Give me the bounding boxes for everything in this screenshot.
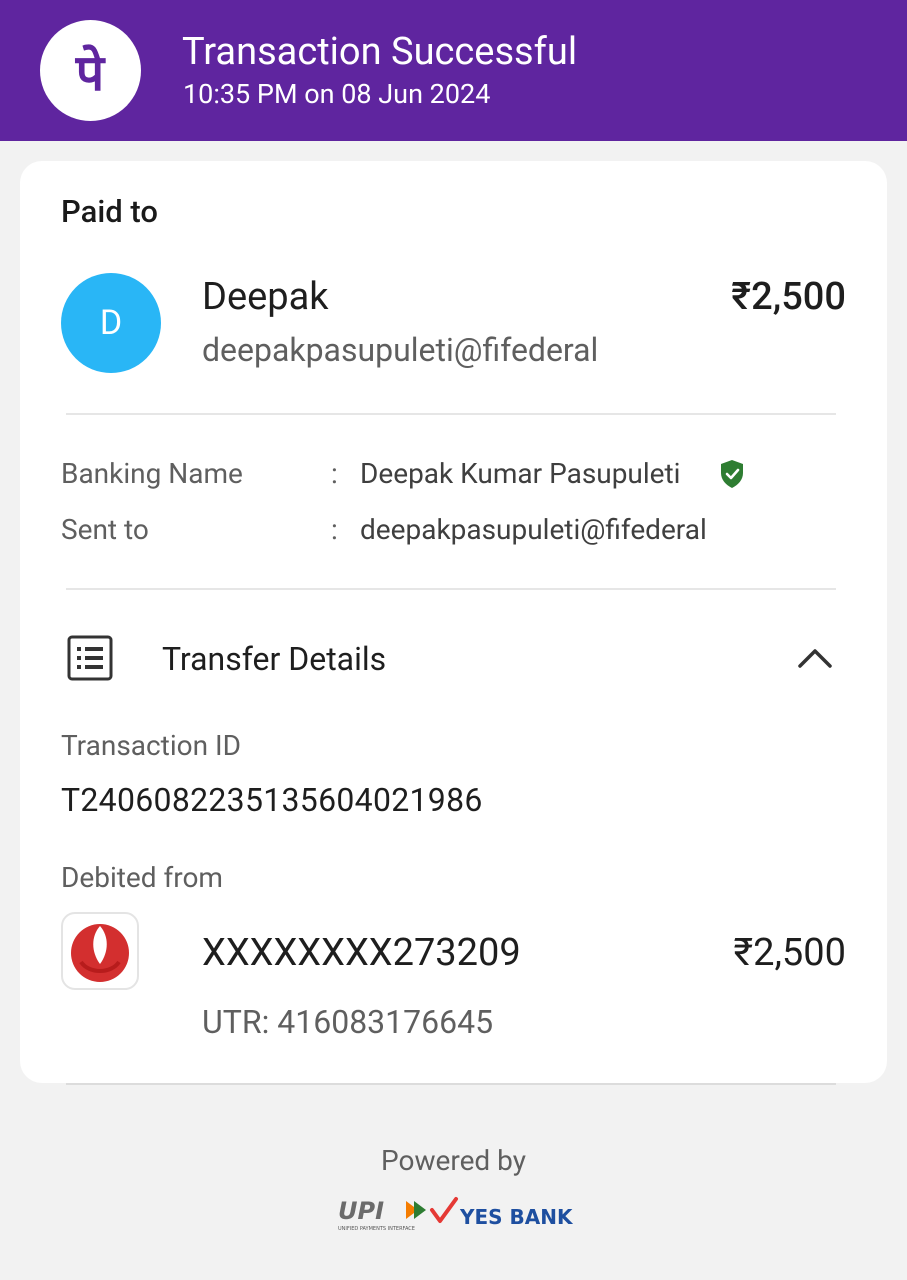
avatar: D bbox=[61, 273, 161, 373]
banking-name-label: Banking Name bbox=[61, 457, 243, 490]
utr-number[interactable]: UTR: 416083176645 bbox=[202, 1003, 493, 1041]
payment-partner-logos: UPI UNIFIED PAYMENTS INTERFACE YES BANK bbox=[338, 1197, 574, 1232]
phonepe-logo-icon: पे bbox=[40, 20, 141, 121]
upi-tagline: UNIFIED PAYMENTS INTERFACE bbox=[338, 1226, 415, 1232]
divider bbox=[66, 588, 836, 590]
debited-amount: ₹2,500 bbox=[733, 931, 846, 975]
svg-text:पे: पे bbox=[75, 44, 106, 102]
paid-to-label: Paid to bbox=[61, 193, 158, 230]
divider bbox=[66, 413, 836, 415]
debited-account-number: XXXXXXXX273209 bbox=[202, 931, 521, 975]
receipt-list-icon bbox=[67, 635, 113, 681]
federal-bank-logo-icon bbox=[61, 912, 139, 990]
upi-logo-icon: UPI UNIFIED PAYMENTS INTERFACE bbox=[338, 1197, 426, 1232]
transaction-id-label: Transaction ID bbox=[61, 729, 241, 762]
payee-name: Deepak bbox=[202, 275, 329, 319]
transfer-details-title[interactable]: Transfer Details bbox=[162, 639, 386, 679]
transaction-card: Paid to D Deepak deepakpasupuleti@fifede… bbox=[20, 161, 887, 1083]
banking-name-value: Deepak Kumar Pasupuleti bbox=[360, 457, 681, 490]
avatar-letter: D bbox=[99, 303, 123, 343]
banking-name-separator: : bbox=[331, 457, 338, 490]
upi-logo-text: UPI bbox=[338, 1197, 384, 1225]
transaction-status-title: Transaction Successful bbox=[182, 30, 578, 74]
transaction-id-value[interactable]: T2406082235135604021986 bbox=[61, 781, 483, 819]
debited-from-label: Debited from bbox=[61, 861, 223, 894]
yes-bank-text: YES BANK bbox=[459, 1205, 574, 1229]
sent-to-value: deepakpasupuleti@fifederal bbox=[360, 513, 707, 546]
transaction-timestamp: 10:35 PM on 08 Jun 2024 bbox=[183, 78, 491, 110]
powered-by-label: Powered by bbox=[381, 1144, 526, 1177]
header-bar: पे Transaction Successful 10:35 PM on 08… bbox=[0, 0, 907, 141]
sent-to-separator: : bbox=[331, 513, 338, 546]
chevron-up-icon[interactable] bbox=[796, 645, 834, 671]
divider bbox=[66, 1083, 836, 1085]
yes-bank-logo-icon: YES BANK bbox=[430, 1197, 574, 1229]
payment-amount: ₹2,500 bbox=[731, 275, 846, 319]
verified-shield-icon bbox=[721, 460, 743, 488]
sent-to-label: Sent to bbox=[61, 513, 149, 546]
payee-vpa: deepakpasupuleti@fifederal bbox=[202, 331, 599, 369]
